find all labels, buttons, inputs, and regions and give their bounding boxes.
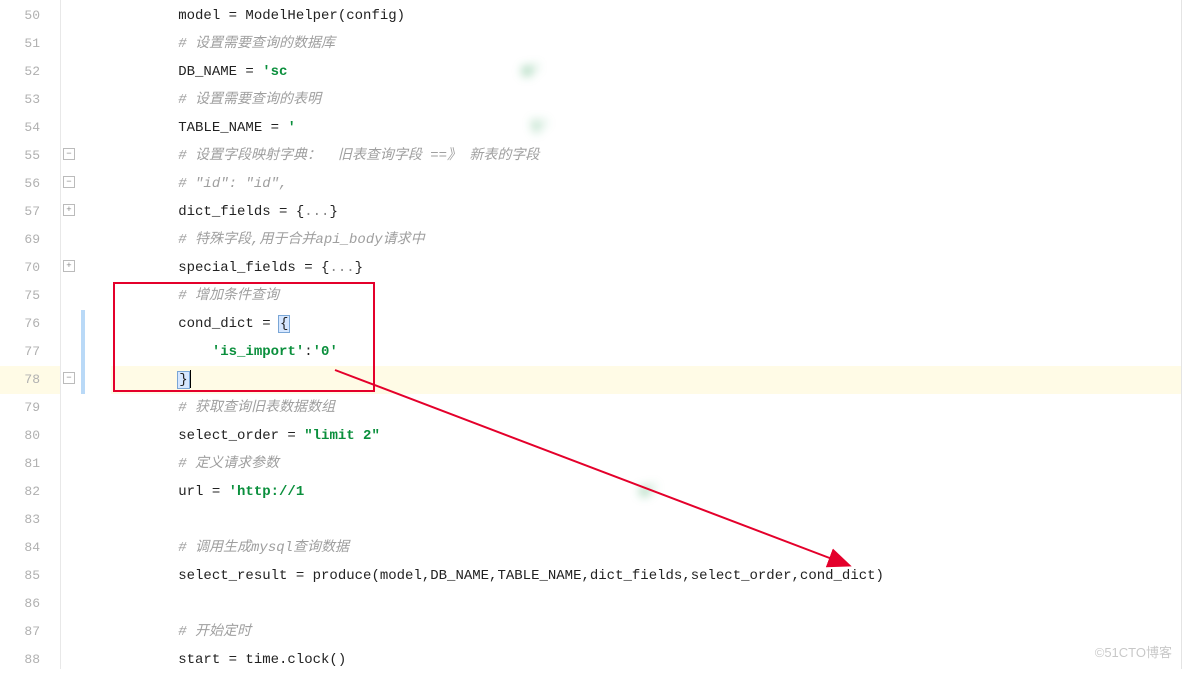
code-line: # 设置需要查询的表明 bbox=[111, 86, 1181, 114]
change-marker bbox=[81, 310, 85, 394]
code-line: # 增加条件查询 bbox=[111, 282, 1181, 310]
code-line: # "id": "id", bbox=[111, 170, 1181, 198]
code-line: select_result = produce(model,DB_NAME,TA… bbox=[111, 562, 1181, 590]
line-number: 86 bbox=[0, 590, 60, 618]
line-number: 69 bbox=[0, 226, 60, 254]
line-number: 53 bbox=[0, 86, 60, 114]
code-line-active: } bbox=[111, 366, 1181, 394]
line-number: 52 bbox=[0, 58, 60, 86]
line-number: 81 bbox=[0, 450, 60, 478]
code-line: # 获取查询旧表数据数组 bbox=[111, 394, 1181, 422]
line-number: 57 bbox=[0, 198, 60, 226]
fold-expand-icon[interactable]: + bbox=[63, 204, 75, 216]
code-line: # 调用生成mysql查询数据 bbox=[111, 534, 1181, 562]
code-area[interactable]: model = ModelHelper(config) # 设置需要查询的数据库… bbox=[89, 0, 1181, 669]
fold-gutter: − − + + − bbox=[61, 0, 79, 669]
code-line: TABLE_NAME = ' l' bbox=[111, 114, 1181, 142]
line-number: 55 bbox=[0, 142, 60, 170]
line-number: 70 bbox=[0, 254, 60, 282]
code-line: cond_dict = { bbox=[111, 310, 1181, 338]
code-line: start = time.clock() bbox=[111, 646, 1181, 674]
code-line: DB_NAME = 'sc n' bbox=[111, 58, 1181, 86]
line-number: 78 bbox=[0, 366, 60, 394]
code-line: dict_fields = {...} bbox=[111, 198, 1181, 226]
code-line: 'is_import':'0' bbox=[111, 338, 1181, 366]
code-line bbox=[111, 506, 1181, 534]
code-line: url = 'http://1 o' bbox=[111, 478, 1181, 506]
code-editor: 50 51 52 53 54 55 56 57 69 70 75 76 77 7… bbox=[0, 0, 1182, 669]
change-gutter bbox=[79, 0, 89, 669]
line-number: 84 bbox=[0, 534, 60, 562]
line-number: 56 bbox=[0, 170, 60, 198]
line-number: 87 bbox=[0, 618, 60, 646]
line-number: 76 bbox=[0, 310, 60, 338]
fold-expand-icon[interactable]: + bbox=[63, 260, 75, 272]
line-number: 79 bbox=[0, 394, 60, 422]
fold-collapse-icon[interactable]: − bbox=[63, 148, 75, 160]
code-line: # 设置字段映射字典： 旧表查询字段 ==》 新表的字段 bbox=[111, 142, 1181, 170]
line-number: 85 bbox=[0, 562, 60, 590]
line-number-gutter: 50 51 52 53 54 55 56 57 69 70 75 76 77 7… bbox=[0, 0, 61, 669]
line-number: 82 bbox=[0, 478, 60, 506]
line-number: 50 bbox=[0, 2, 60, 30]
code-line: special_fields = {...} bbox=[111, 254, 1181, 282]
code-line: # 特殊字段,用于合并api_body请求中 bbox=[111, 226, 1181, 254]
line-number: 88 bbox=[0, 646, 60, 674]
text-caret bbox=[190, 370, 191, 388]
line-number: 80 bbox=[0, 422, 60, 450]
code-line: # 设置需要查询的数据库 bbox=[111, 30, 1181, 58]
code-line: # 开始定时 bbox=[111, 618, 1181, 646]
code-line: select_order = "limit 2" bbox=[111, 422, 1181, 450]
line-number: 54 bbox=[0, 114, 60, 142]
code-line: model = ModelHelper(config) bbox=[111, 2, 1181, 30]
fold-collapse-icon[interactable]: − bbox=[63, 176, 75, 188]
fold-collapse-icon[interactable]: − bbox=[63, 372, 75, 384]
line-number: 83 bbox=[0, 506, 60, 534]
code-line bbox=[111, 590, 1181, 618]
line-number: 75 bbox=[0, 282, 60, 310]
line-number: 51 bbox=[0, 30, 60, 58]
code-line: # 定义请求参数 bbox=[111, 450, 1181, 478]
watermark-text: ©51CTO博客 bbox=[1095, 642, 1172, 661]
line-number: 77 bbox=[0, 338, 60, 366]
